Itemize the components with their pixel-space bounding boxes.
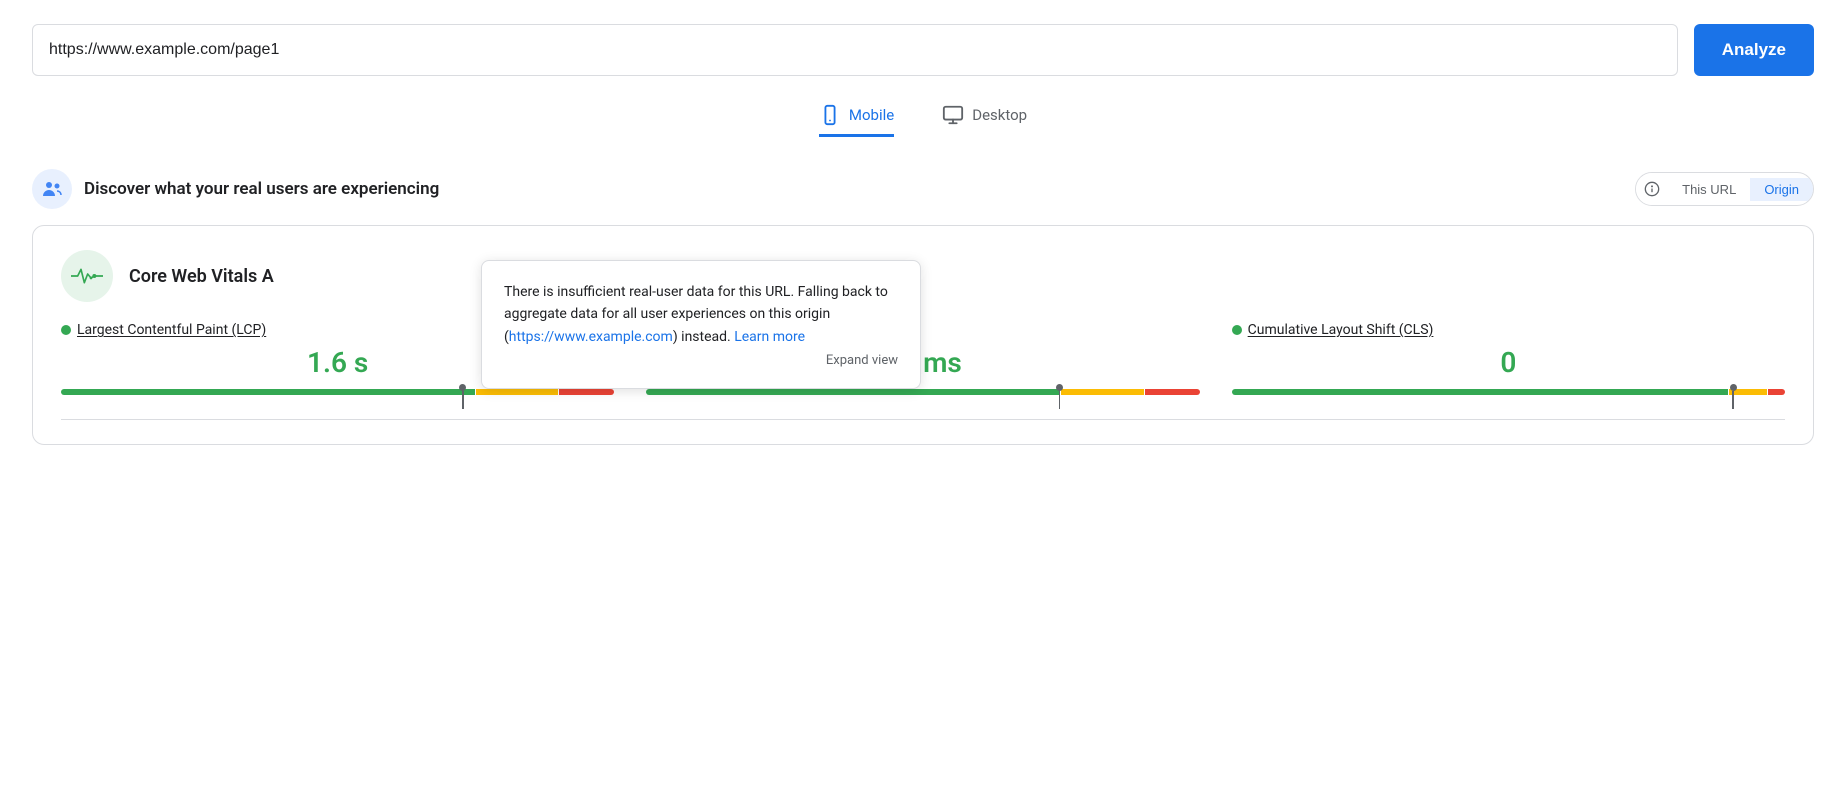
lcp-marker-dot [459, 384, 466, 391]
tooltip-popup: There is insufficient real-user data for… [481, 260, 921, 389]
toggle-info-button[interactable] [1636, 173, 1668, 205]
tab-desktop[interactable]: Desktop [942, 104, 1027, 137]
inp-marker-dot [1056, 384, 1063, 391]
lcp-bar-green [61, 389, 475, 395]
url-input[interactable] [32, 24, 1678, 76]
metric-cls-label: Cumulative Layout Shift (CLS) [1232, 322, 1785, 338]
cls-label-link[interactable]: Cumulative Layout Shift (CLS) [1248, 322, 1434, 338]
inp-bar-orange [1061, 389, 1144, 395]
section-avatar [32, 169, 72, 209]
cls-marker-line [1732, 391, 1734, 409]
cwv-header: Core Web Vitals A There is insufficient … [61, 250, 1785, 302]
metric-cls: Cumulative Layout Shift (CLS) 0 [1232, 322, 1785, 395]
main-card: Core Web Vitals A There is insufficient … [32, 225, 1814, 445]
lcp-bar-orange [476, 389, 559, 395]
cls-status-dot [1232, 325, 1242, 335]
tabs-row: Mobile Desktop [32, 104, 1814, 137]
section-title-group: Discover what your real users are experi… [32, 169, 439, 209]
cls-marker [1730, 383, 1737, 409]
inp-progress-bar [646, 389, 1199, 395]
cls-marker-dot [1730, 384, 1737, 391]
tooltip-learn-more[interactable]: Learn more [734, 329, 805, 345]
toggle-group: This URL Origin [1635, 172, 1814, 206]
section-title: Discover what your real users are experi… [84, 179, 439, 199]
inp-marker [1056, 383, 1063, 409]
lcp-bar-red [559, 389, 614, 395]
lcp-progress-bar [61, 389, 614, 395]
metrics-row: Largest Contentful Paint (LCP) 1.6 s Int… [61, 322, 1785, 395]
tooltip-origin-link[interactable]: https://www.example.com [509, 329, 673, 345]
users-icon [40, 177, 64, 201]
analyze-button[interactable]: Analyze [1694, 24, 1814, 76]
lcp-label-link[interactable]: Largest Contentful Paint (LCP) [77, 322, 266, 338]
section-header: Discover what your real users are experi… [32, 169, 1814, 209]
lcp-marker-line [462, 391, 464, 409]
inp-bar-wrapper [646, 389, 1199, 395]
tab-mobile[interactable]: Mobile [819, 104, 894, 137]
info-icon [1644, 181, 1660, 197]
desktop-icon [942, 104, 964, 126]
tooltip-text-after: ) instead. [673, 329, 734, 345]
cls-bar-green [1232, 389, 1728, 395]
cls-bar-red [1768, 389, 1785, 395]
cwv-title: Core Web Vitals A [129, 266, 274, 287]
cls-bar-wrapper [1232, 389, 1785, 395]
lcp-bar-wrapper [61, 389, 614, 395]
lcp-marker [459, 383, 466, 409]
url-bar-row: Analyze [32, 24, 1814, 76]
lcp-status-dot [61, 325, 71, 335]
inp-bar-red [1145, 389, 1200, 395]
card-divider [61, 419, 1785, 420]
tab-desktop-label: Desktop [972, 106, 1027, 124]
toggle-this-url[interactable]: This URL [1668, 178, 1750, 201]
cwv-icon-circle [61, 250, 113, 302]
tab-mobile-label: Mobile [849, 106, 894, 124]
inp-bar-green [646, 389, 1060, 395]
pulse-icon [71, 265, 103, 287]
cls-value: 0 [1232, 346, 1785, 379]
mobile-icon [819, 104, 841, 126]
expand-view-button[interactable]: Expand view [826, 351, 898, 372]
toggle-origin[interactable]: Origin [1750, 178, 1813, 201]
inp-marker-line [1059, 391, 1061, 409]
cls-progress-bar [1232, 389, 1785, 395]
